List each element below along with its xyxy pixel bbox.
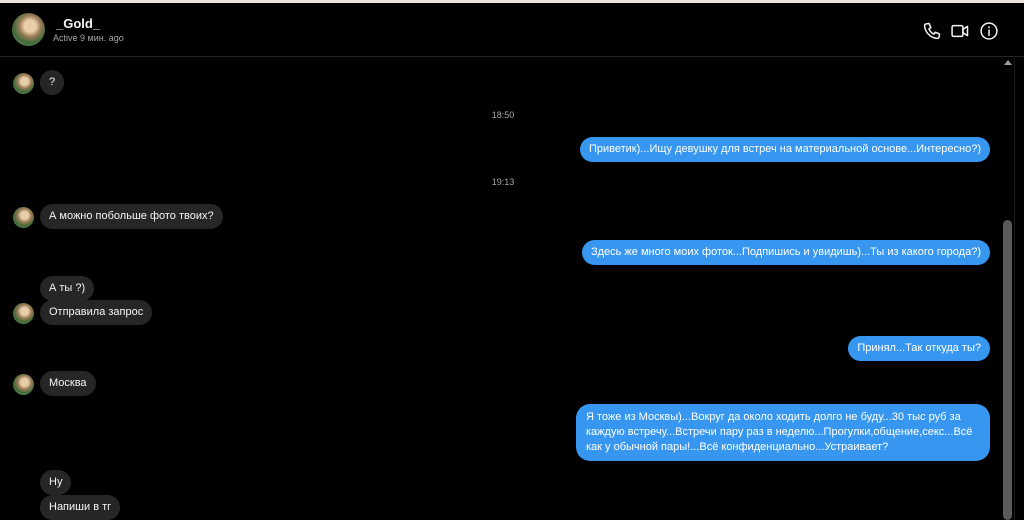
message-outgoing[interactable]: Приветик)...Ищу девушку для встреч на ма… [579,137,990,162]
message-outgoing[interactable]: Я тоже из Москвы)...Вокруг да около ходи… [576,404,990,461]
avatar[interactable] [13,374,34,395]
message-incoming[interactable]: А ты ?) [40,276,95,301]
chat-header: _Gold_ Active 9 мин. ago [0,3,1024,57]
username[interactable]: _Gold_ [56,16,100,31]
message-incoming[interactable]: ? [40,70,65,95]
avatar[interactable] [13,303,34,324]
phone-icon[interactable] [922,21,942,41]
window-edge [1014,58,1024,520]
timestamp: 18:50 [491,110,515,120]
timestamp: 19:13 [491,177,515,187]
active-status: Active 9 мин. ago [53,33,124,43]
avatar[interactable] [13,73,34,94]
message-thread[interactable]: ? 18:50 Приветик)...Ищу девушку для встр… [0,58,1000,520]
avatar[interactable] [12,13,45,46]
scrollbar[interactable] [1001,58,1014,520]
video-camera-icon[interactable] [950,21,970,41]
message-incoming[interactable]: Москва [40,371,96,396]
message-incoming[interactable]: Отправила запрос [40,300,153,325]
message-incoming[interactable]: Ну [40,470,72,495]
message-outgoing[interactable]: Здесь же много моих фоток...Подпишись и … [581,240,990,265]
scroll-up-arrow-icon[interactable] [1004,60,1012,65]
message-incoming[interactable]: Напиши в тг [40,495,121,520]
info-icon[interactable] [979,21,999,41]
message-outgoing[interactable]: Принял...Так откуда ты? [848,336,990,361]
message-incoming[interactable]: А можно побольше фото твоих? [40,204,223,229]
scrollbar-thumb[interactable] [1003,220,1012,520]
avatar[interactable] [13,207,34,228]
